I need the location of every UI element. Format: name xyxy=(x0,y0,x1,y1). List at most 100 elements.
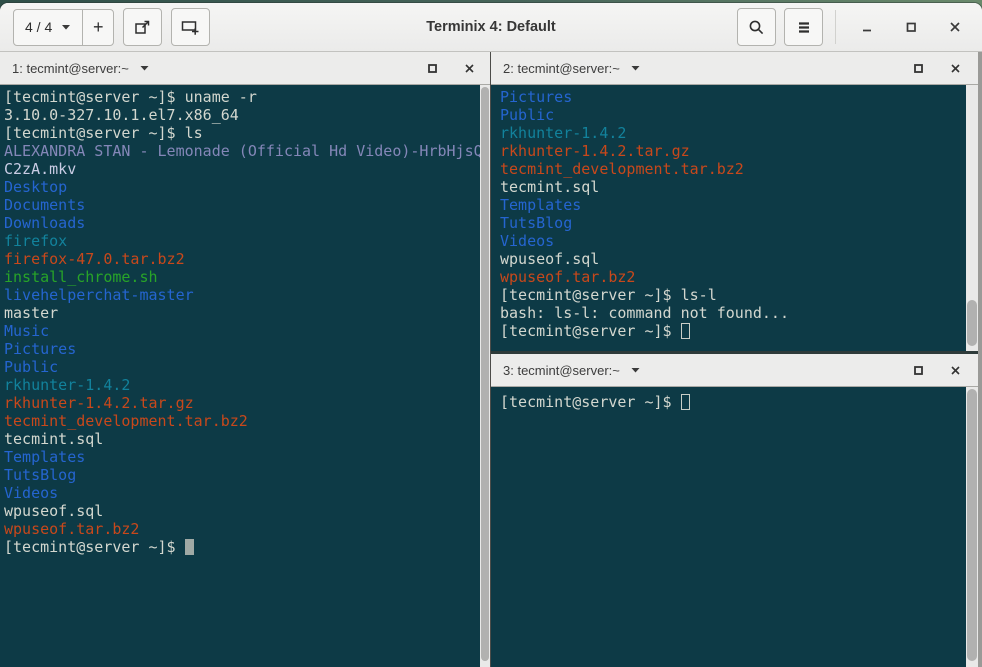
add-session-button[interactable]: + xyxy=(83,10,113,45)
terminal-line: TutsBlog xyxy=(500,214,573,232)
terminal-line: [tecmint@server ~]$ ls xyxy=(4,124,203,142)
maximize-button[interactable] xyxy=(896,12,926,42)
terminal-line: Videos xyxy=(500,232,555,250)
terminal-screen-2[interactable]: Pictures Public rkhunter-1.4.2 rkhunter-1.4… xyxy=(491,85,982,351)
caret-down-icon[interactable] xyxy=(631,367,640,373)
terminal-line: [tecmint@server ~]$ xyxy=(4,538,490,556)
desktop: { "window": { "title": "Terminix 4: Defa… xyxy=(0,0,982,667)
terminal-line: wpuseof.tar.bz2 xyxy=(4,520,140,538)
terminal-line: [tecmint@server ~]$ xyxy=(500,322,982,340)
caret-down-icon[interactable] xyxy=(631,65,640,71)
split-right-button[interactable] xyxy=(123,8,163,46)
terminal-line: [tecmint@server ~]$ xyxy=(500,393,982,411)
terminal-line: Public xyxy=(4,358,59,376)
pane-close-icon xyxy=(950,63,961,74)
terminal-cursor xyxy=(680,394,690,410)
terminal-line: [tecmint@server ~]$ ls-l xyxy=(500,286,717,304)
caret-down-icon[interactable] xyxy=(140,65,149,71)
pane-1-scrollbar-thumb[interactable] xyxy=(481,87,489,661)
pane-2-header-icons xyxy=(911,61,968,75)
terminal-line: wpuseof.tar.bz2 xyxy=(500,268,636,286)
pane-close-icon xyxy=(464,63,475,74)
terminal-line: Pictures xyxy=(500,88,573,106)
pane-2-title: 2: tecmint@server:~ xyxy=(503,60,620,76)
terminal-screen-3[interactable]: [tecmint@server ~]$ xyxy=(491,387,982,667)
titlebar[interactable]: 4 / 4 + Terminix 4: Default xyxy=(0,3,982,52)
pane-2-scrollbar-thumb[interactable] xyxy=(967,300,977,346)
pane-2-scrollbar[interactable] xyxy=(966,85,978,351)
terminal-cursor xyxy=(680,323,690,339)
pane-1-title: 1: tecmint@server:~ xyxy=(12,60,129,76)
pane-3-scrollbar[interactable] xyxy=(966,387,978,667)
terminal-line: rkhunter-1.4.2 xyxy=(500,124,627,142)
maximize-icon xyxy=(904,20,918,34)
terminal-line: tecmint_development.tar.bz2 xyxy=(500,160,744,178)
split-down-button[interactable] xyxy=(171,8,211,46)
terminal-line: wpuseof.sql xyxy=(4,502,104,520)
window-controls-separator xyxy=(835,10,836,44)
window-right-edge xyxy=(978,52,982,667)
right-column: 2: tecmint@server:~ Pictures Public rkhu… xyxy=(491,52,982,667)
pane-close-button[interactable] xyxy=(462,61,476,75)
terminal-line: master xyxy=(4,304,59,322)
pane-3-title: 3: tecmint@server:~ xyxy=(503,362,620,378)
terminal-line: Pictures xyxy=(4,340,77,358)
hamburger-menu-icon xyxy=(797,21,811,34)
close-button[interactable] xyxy=(940,12,970,42)
terminal-line: Templates xyxy=(500,196,582,214)
terminal-line: ALEXANDRA STAN - Lemonade (Official Hd V… xyxy=(4,142,483,160)
pane-maximize-icon xyxy=(913,63,924,74)
session-button-group: 4 / 4 + xyxy=(13,8,115,46)
pane-3-scrollbar-thumb[interactable] xyxy=(967,389,977,661)
terminal-cursor xyxy=(184,539,194,555)
split-terminal-down-icon xyxy=(181,20,200,35)
pane-maximize-icon xyxy=(427,63,438,74)
pane-maximize-button[interactable] xyxy=(911,61,925,75)
pane-1-header[interactable]: 1: tecmint@server:~ xyxy=(0,52,490,85)
search-button[interactable] xyxy=(737,8,776,46)
terminal-pane-3: 3: tecmint@server:~ [tecmint@server ~]$ xyxy=(491,354,982,667)
terminal-screen-1[interactable]: [tecmint@server ~]$ uname -r 3.10.0-327.1… xyxy=(0,85,490,667)
pane-maximize-button[interactable] xyxy=(425,61,439,75)
terminal-pane-1: 1: tecmint@server:~ [tecmint@server ~]$ … xyxy=(0,52,490,667)
pane-area: 1: tecmint@server:~ [tecmint@server ~]$ … xyxy=(0,52,982,667)
window-controls xyxy=(852,12,970,42)
terminal-line: tecmint.sql xyxy=(4,430,104,448)
minimize-icon xyxy=(860,20,874,34)
pane-maximize-button[interactable] xyxy=(911,363,925,377)
terminal-line: Videos xyxy=(4,484,59,502)
terminal-line: Desktop xyxy=(4,178,68,196)
terminal-line: rkhunter-1.4.2 xyxy=(4,376,131,394)
terminal-line: rkhunter-1.4.2.tar.gz xyxy=(4,394,194,412)
terminal-line: rkhunter-1.4.2.tar.gz xyxy=(500,142,690,160)
pane-close-button[interactable] xyxy=(948,363,962,377)
pane-3-header[interactable]: 3: tecmint@server:~ xyxy=(491,354,982,387)
terminal-line: TutsBlog xyxy=(4,466,77,484)
terminal-line: Music xyxy=(4,322,50,340)
terminal-line: Downloads xyxy=(4,214,86,232)
pane-maximize-icon xyxy=(913,365,924,376)
search-icon xyxy=(748,19,765,36)
pane-1-scrollbar[interactable] xyxy=(480,85,490,667)
terminal-line: firefox-47.0.tar.bz2 xyxy=(4,250,185,268)
terminal-line: install_chrome.sh xyxy=(4,268,158,286)
pane-3-header-icons xyxy=(911,363,968,377)
menu-button[interactable] xyxy=(784,8,823,46)
terminal-line: [tecmint@server ~]$ uname -r xyxy=(4,88,257,106)
terminal-line: 3.10.0-327.10.1.el7.x86_64 xyxy=(4,106,239,124)
terminal-pane-2: 2: tecmint@server:~ Pictures Public rkhu… xyxy=(491,52,982,351)
terminal-line: Public xyxy=(500,106,555,124)
pane-close-icon xyxy=(950,365,961,376)
session-switcher-button[interactable]: 4 / 4 xyxy=(14,9,84,45)
pane-2-header[interactable]: 2: tecmint@server:~ xyxy=(491,52,982,85)
titlebar-right-controls xyxy=(737,8,970,46)
terminal-line: bash: ls-l: command not found... xyxy=(500,304,789,322)
pane-1-header-icons xyxy=(425,61,476,75)
minimize-button[interactable] xyxy=(852,12,882,42)
terminal-line: Templates xyxy=(4,448,86,466)
terminal-line: Documents xyxy=(4,196,86,214)
terminal-line: livehelperchat-master xyxy=(4,286,194,304)
split-terminal-right-icon xyxy=(134,19,151,36)
terminal-line: wpuseof.sql xyxy=(500,250,600,268)
pane-close-button[interactable] xyxy=(948,61,962,75)
